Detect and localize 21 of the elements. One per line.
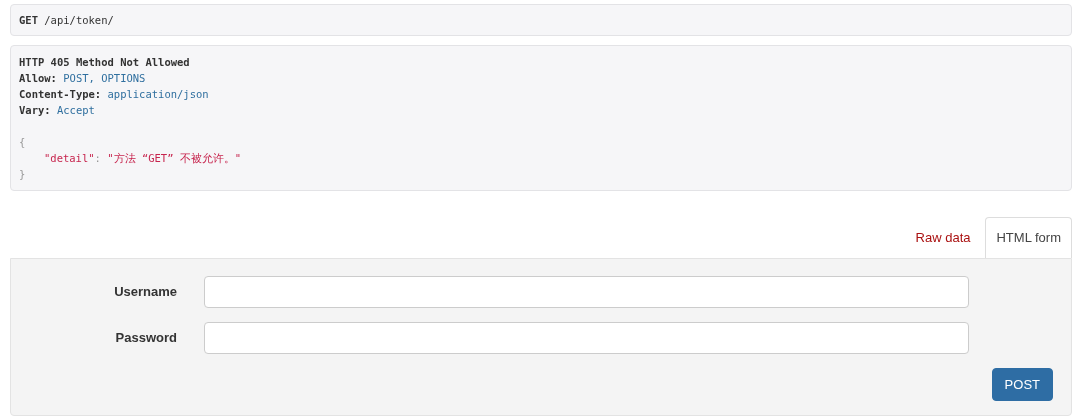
- tab[interactable]: Raw data: [904, 217, 982, 258]
- json-brace: {: [19, 136, 26, 148]
- json-colon: :: [94, 152, 101, 164]
- header-value: POST, OPTIONS: [63, 72, 146, 84]
- json-brace: }: [19, 168, 26, 180]
- header-value: application/json: [107, 88, 209, 100]
- status-line: HTTP 405 Method Not Allowed: [19, 56, 190, 68]
- header-value: Accept: [56, 104, 95, 116]
- json-value: "方法 “GET” 不被允许。": [107, 152, 242, 164]
- submit-button[interactable]: POST: [991, 367, 1053, 401]
- json-key: "detail": [44, 152, 95, 164]
- request-method: GET: [19, 14, 38, 26]
- header-name: Vary:: [19, 104, 51, 116]
- input-field[interactable]: [204, 321, 969, 354]
- field-label: Username: [113, 282, 177, 301]
- field-label: Password: [114, 328, 177, 347]
- header-name: Allow:: [19, 72, 57, 84]
- request-path: /api/token/: [44, 14, 114, 26]
- input-field[interactable]: [204, 275, 969, 308]
- header-name: Content-Type:: [19, 88, 102, 100]
- tab[interactable]: HTML form: [985, 217, 1072, 258]
